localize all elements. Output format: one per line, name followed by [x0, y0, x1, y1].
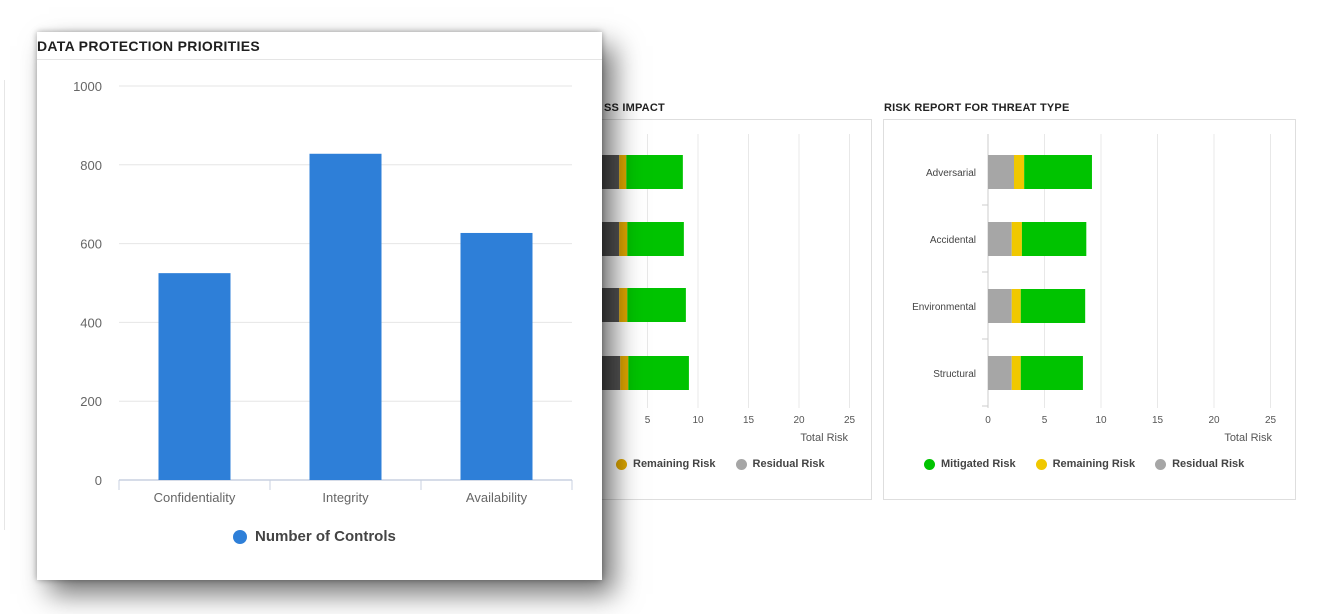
x-tick-label: Confidentiality [154, 490, 236, 505]
legend-remaining-risk[interactable]: Remaining Risk [1035, 458, 1136, 470]
x-tick-label: 10 [692, 415, 704, 426]
legend-label: Residual Risk [1172, 458, 1245, 470]
x-tick-label: 25 [844, 415, 856, 426]
bar [460, 232, 533, 480]
legend-residual-risk[interactable]: Residual Risk [735, 458, 825, 470]
stacked-bar-segment [627, 222, 684, 256]
stacked-bar-segment [628, 356, 689, 390]
data-protection-chart-svg: 0 200 400 600 800 1000 Confidentiality Integrit… [73, 79, 573, 505]
y-tick-label: 1000 [73, 79, 102, 94]
stacked-bar-segment [988, 356, 1012, 390]
data-protection-priorities-card: DATA PROTECTION PRIORITIES 0 200 400 600 800… [37, 32, 602, 580]
data-protection-legend[interactable]: Number of Controls [233, 528, 396, 545]
axis-title: Total Risk [800, 432, 848, 444]
threat-type-chart-title: RISK REPORT FOR THREAT TYPE [884, 102, 1070, 114]
stacked-bar-segment [1011, 289, 1021, 323]
impact-chart-title: SS IMPACT [604, 102, 665, 114]
residual-risk-dot-icon [1155, 458, 1167, 470]
stacked-bar-segment [988, 155, 1014, 189]
legend-mitigated-risk[interactable]: Mitigated Risk [924, 458, 1016, 470]
y-tick-label: Adversarial [926, 168, 976, 179]
y-tick-label: 800 [80, 158, 102, 173]
stacked-bar-segment [1024, 155, 1092, 189]
legend-label: Residual Risk [752, 458, 825, 470]
bar [309, 153, 382, 480]
stacked-bar-segment [988, 222, 1012, 256]
stacked-bar-segment [619, 222, 628, 256]
x-tick-label: 15 [743, 415, 755, 426]
x-tick-label: 5 [645, 415, 651, 426]
legend-remaining-risk[interactable]: Remaining Risk [616, 458, 716, 470]
stacked-bar-segment [988, 289, 1012, 323]
threat-type-chart-svg: 0 5 10 15 20 25 Total Risk Adversarial Accidenta… [912, 134, 1277, 444]
threat-type-chart-panel: 0 5 10 15 20 25 Total Risk Adversarial Accidenta… [883, 119, 1296, 500]
mitigated-risk-dot-icon [924, 458, 935, 470]
y-tick-label: 200 [80, 394, 102, 409]
axis-title: Total Risk [1224, 432, 1272, 444]
remaining-risk-dot-icon [616, 458, 627, 470]
impact-chart-legend: Remaining Risk Residual Risk [616, 458, 825, 470]
x-tick-label: 0 [985, 415, 991, 426]
stacked-bar-segment [1021, 222, 1087, 256]
x-tick-label: Integrity [322, 490, 369, 505]
stacked-bar-segment [619, 155, 627, 189]
legend-label: Remaining Risk [633, 458, 716, 470]
legend-label: Mitigated Risk [941, 458, 1016, 470]
stacked-bar-segment [1011, 356, 1021, 390]
stacked-bar-segment [627, 288, 686, 322]
y-tick-label: Structural [933, 369, 976, 380]
x-tick-label: 20 [1208, 415, 1220, 426]
threat-type-chart-legend: Mitigated Risk Remaining Risk Residual R… [924, 458, 1244, 470]
stacked-bar-segment [620, 356, 629, 390]
stacked-bar-segment [626, 155, 683, 189]
stacked-bar-segment [1020, 289, 1086, 323]
y-tick-label: Accidental [930, 235, 976, 246]
legend-label: Number of Controls [255, 528, 396, 545]
legend-label: Remaining Risk [1052, 458, 1136, 470]
impact-chart-panel: 5 10 15 20 25 Total Risk [560, 119, 872, 500]
bar [158, 273, 231, 480]
y-tick-label: 600 [80, 237, 102, 252]
x-tick-label: 20 [793, 415, 805, 426]
stacked-bar-segment [619, 288, 628, 322]
stacked-bar-segment [1011, 222, 1022, 256]
stacked-bar-segment [1020, 356, 1083, 390]
residual-risk-dot-icon [735, 458, 747, 470]
remaining-risk-dot-icon [1035, 458, 1047, 470]
x-tick-label: Availability [466, 490, 528, 505]
impact-chart-svg: 5 10 15 20 25 Total Risk [597, 134, 856, 444]
x-tick-label: 25 [1265, 415, 1277, 426]
y-tick-label: 0 [95, 473, 102, 488]
y-tick-label: Environmental [912, 302, 976, 313]
stacked-bar-segment [1013, 155, 1025, 189]
x-tick-label: 15 [1152, 415, 1164, 426]
x-tick-label: 10 [1095, 415, 1107, 426]
number-of-controls-dot-icon [233, 529, 247, 544]
y-tick-label: 400 [80, 315, 102, 330]
left-page-rule [4, 80, 5, 530]
legend-residual-risk[interactable]: Residual Risk [1155, 458, 1244, 470]
x-tick-label: 5 [1042, 415, 1048, 426]
